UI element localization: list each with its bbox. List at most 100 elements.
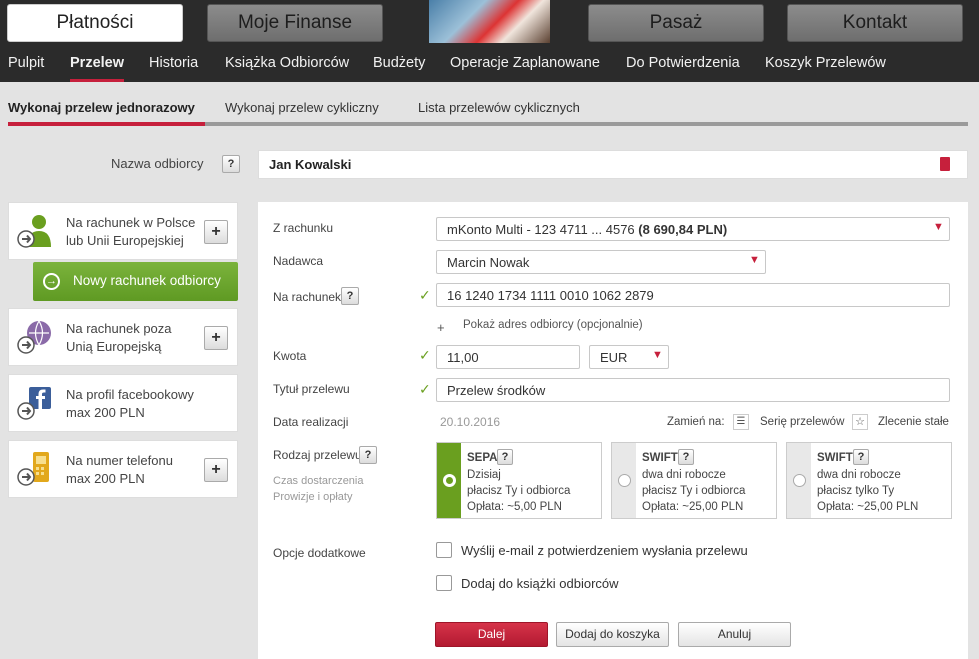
option-swift-shared-name: SWIFT: [642, 452, 678, 464]
add-to-basket-button[interactable]: Dodaj do koszyka: [556, 622, 669, 647]
add-to-book-checkbox[interactable]: [436, 575, 452, 591]
nav-item-ksiazka-odbiorcow[interactable]: Książka Odbiorców: [225, 48, 349, 82]
recipient-name-label: Nazwa odbiorcy: [111, 156, 204, 171]
valid-check-icon: ✓: [419, 287, 431, 303]
email-confirmation-label[interactable]: Wyślij e-mail z potwierdzeniem wysłania …: [461, 543, 748, 558]
recipient-help-icon[interactable]: ?: [222, 155, 240, 173]
amount-input[interactable]: 11,00: [436, 345, 580, 369]
sender-value: Marcin Nowak: [447, 255, 530, 270]
card-phone-line2: max 200 PLN: [66, 471, 145, 486]
card-facebook-line2: max 200 PLN: [66, 405, 145, 420]
radio-selected[interactable]: [443, 474, 456, 487]
extra-options-label: Opcje dodatkowe: [273, 546, 366, 560]
option-sepa-name: SEPA: [467, 452, 498, 464]
tab-recurring-transfer[interactable]: Wykonaj przelew cykliczny: [225, 100, 379, 115]
nav-item-do-potwierdzenia[interactable]: Do Potwierdzenia: [626, 48, 740, 82]
change-to-label: Zamień na:: [667, 416, 725, 428]
transfer-type-help-icon[interactable]: ?: [359, 446, 377, 464]
plus-icon[interactable]: +: [437, 320, 445, 335]
next-button[interactable]: Dalej: [435, 622, 548, 647]
active-tab-indicator: [8, 122, 205, 126]
email-confirmation-checkbox[interactable]: [436, 542, 452, 558]
nav-item-pulpit[interactable]: Pulpit: [8, 48, 44, 82]
option-sepa-time: Dzisiaj: [467, 469, 501, 481]
chevron-down-icon: ▼: [749, 254, 760, 266]
amount-label: Kwota: [273, 349, 307, 363]
series-link[interactable]: Serię przelewów: [760, 416, 844, 428]
from-account-label: Z rachunku: [273, 221, 334, 235]
title-label: Tytuł przelewu: [273, 382, 350, 396]
amount-value: 11,00: [447, 350, 479, 365]
nav-item-koszyk-przelewow[interactable]: Koszyk Przelewów: [765, 48, 886, 82]
address-book-icon[interactable]: [940, 157, 950, 171]
transfer-type-card-phone[interactable]: Na numer telefonu max 200 PLN +: [8, 440, 238, 498]
list-icon[interactable]: ☰: [733, 414, 749, 430]
sender-select[interactable]: Marcin Nowak ▼: [436, 250, 766, 274]
valid-check-icon: ✓: [419, 347, 431, 363]
card-non-eu-line1: Na rachunek poza: [66, 321, 172, 336]
card-domestic-plus-button[interactable]: +: [204, 220, 228, 244]
card-phone-plus-button[interactable]: +: [204, 458, 228, 482]
cancel-button[interactable]: Anuluj: [678, 622, 791, 647]
option-swift-our-help-icon[interactable]: ?: [853, 449, 869, 465]
tab-one-time-transfer[interactable]: Wykonaj przelew jednorazowy: [8, 100, 195, 115]
add-to-book-label[interactable]: Dodaj do książki odbiorców: [461, 576, 619, 591]
transfer-option-swift-our[interactable]: SWIFT ? dwa dni robocze płacisz tylko Ty…: [786, 442, 952, 519]
to-account-label: Na rachunek: [273, 290, 342, 304]
title-value: Przelew środków: [447, 383, 546, 398]
standing-order-link[interactable]: Zlecenie stałe: [878, 416, 949, 428]
new-recipient-account-button[interactable]: → Nowy rachunek odbiorcy: [33, 262, 238, 301]
from-account-select[interactable]: mKonto Multi - 123 4711 ... 4576 (8 690,…: [436, 217, 950, 241]
transfer-type-card-non-eu[interactable]: Na rachunek poza Unią Europejską +: [8, 308, 238, 366]
top-tab-contact[interactable]: Kontakt: [787, 4, 963, 42]
person-icon: [17, 215, 51, 248]
star-icon[interactable]: ☆: [852, 414, 868, 430]
card-non-eu-plus-button[interactable]: +: [204, 326, 228, 350]
transfer-type-card-domestic[interactable]: Na rachunek w Polsce lub Unii Europejski…: [8, 202, 238, 260]
radio-unselected[interactable]: [618, 474, 631, 487]
date-value: 20.10.2016: [440, 415, 501, 429]
arrow-right-circle-icon: →: [43, 273, 60, 290]
nav-item-operacje-zaplanowane[interactable]: Operacje Zaplanowane: [450, 48, 600, 82]
card-domestic-line1: Na rachunek w Polsce: [66, 215, 196, 230]
title-input[interactable]: Przelew środków: [436, 378, 950, 402]
transfer-option-sepa[interactable]: SEPA ? Dzisiaj płacisz Ty i odbiorca Opł…: [436, 442, 602, 519]
date-label: Data realizacji: [273, 415, 349, 429]
option-swift-our-name: SWIFT: [817, 452, 853, 464]
transfer-type-card-facebook[interactable]: Na profil facebookowy max 200 PLN: [8, 374, 238, 432]
top-tab-my-finance[interactable]: Moje Finanse: [207, 4, 383, 42]
new-recipient-account-label: Nowy rachunek odbiorcy: [73, 273, 221, 288]
to-account-input[interactable]: 16 1240 1734 1111 0010 1062 2879: [436, 283, 950, 307]
top-bar: Płatności Moje Finanse Pasaż Kontakt: [0, 0, 979, 48]
banner-image[interactable]: [429, 0, 550, 43]
valid-check-icon: ✓: [419, 381, 431, 397]
transfer-option-swift-shared[interactable]: SWIFT ? dwa dni robocze płacisz Ty i odb…: [611, 442, 777, 519]
sender-label: Nadawca: [273, 254, 324, 268]
to-account-value: 16 1240 1734 1111 0010 1062 2879: [447, 288, 654, 303]
nav-item-historia[interactable]: Historia: [149, 48, 198, 82]
card-phone-line1: Na numer telefonu: [66, 453, 173, 468]
option-swift-our-payer: płacisz tylko Ty: [817, 485, 895, 497]
option-sepa-payer: płacisz Ty i odbiorca: [467, 485, 571, 497]
card-non-eu-line2: Unią Europejską: [66, 339, 162, 354]
option-swift-shared-fee: Opłata: ~25,00 PLN: [642, 501, 744, 513]
main-nav: Pulpit Przelew Historia Książka Odbiorcó…: [0, 48, 979, 82]
card-facebook-line1: Na profil facebookowy: [66, 387, 194, 402]
currency-select[interactable]: EUR ▼: [589, 345, 669, 369]
nav-item-przelew[interactable]: Przelew: [70, 48, 124, 82]
currency-value: EUR: [600, 350, 628, 365]
option-swift-our-time: dwa dni robocze: [817, 469, 901, 481]
radio-unselected[interactable]: [793, 474, 806, 487]
show-address-link[interactable]: Pokaż adres odbiorcy (opcjonalnie): [463, 319, 643, 331]
option-swift-shared-help-icon[interactable]: ?: [678, 449, 694, 465]
recipient-name-field[interactable]: Jan Kowalski: [258, 150, 968, 179]
option-swift-shared-payer: płacisz Ty i odbiorca: [642, 485, 746, 497]
tab-recurring-list[interactable]: Lista przelewów cyklicznych: [418, 100, 580, 115]
to-account-help-icon[interactable]: ?: [341, 287, 359, 305]
option-sepa-help-icon[interactable]: ?: [497, 449, 513, 465]
option-swift-shared-time: dwa dni robocze: [642, 469, 726, 481]
top-tab-payments[interactable]: Płatności: [7, 4, 183, 42]
nav-item-budzety[interactable]: Budżety: [373, 48, 425, 82]
top-tab-mall[interactable]: Pasaż: [588, 4, 764, 42]
chevron-down-icon: ▼: [933, 221, 944, 233]
